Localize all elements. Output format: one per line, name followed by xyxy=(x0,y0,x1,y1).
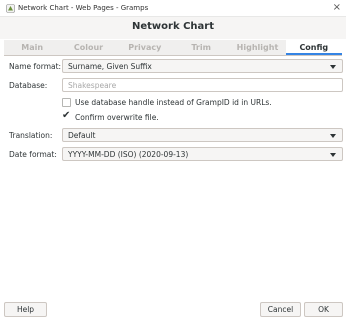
cancel-button[interactable]: Cancel xyxy=(260,302,301,317)
tab-config[interactable]: Config xyxy=(285,40,342,55)
name-format-select[interactable]: Surname, Given Suffix xyxy=(62,59,343,73)
chevron-down-icon xyxy=(330,134,336,138)
help-button[interactable]: Help xyxy=(4,302,47,317)
name-format-value: Surname, Given Suffix xyxy=(68,62,152,71)
close-icon[interactable]: × xyxy=(333,2,341,14)
confirm-overwrite-checkbox[interactable]: ✔ Confirm overwrite file. xyxy=(62,110,182,124)
tab-bar: Main Colour Privacy Trim Highlight Confi… xyxy=(4,40,342,56)
dialog-title: Network Chart xyxy=(131,21,215,32)
database-placeholder: Shakespeare xyxy=(68,81,117,90)
window-title: Network Chart - Web Pages - Gramps xyxy=(18,4,149,12)
tab-trim[interactable]: Trim xyxy=(173,40,229,55)
tab-main[interactable]: Main xyxy=(4,40,60,55)
date-format-label: Date format: xyxy=(9,150,57,159)
use-handle-label: Use database handle instead of GrampID i… xyxy=(75,98,272,107)
use-handle-checkbox[interactable]: Use database handle instead of GrampID i… xyxy=(62,97,272,109)
checkmark-icon[interactable]: ✔ xyxy=(62,110,70,122)
chevron-down-icon xyxy=(330,65,336,69)
gramps-icon xyxy=(6,4,15,13)
date-format-select[interactable]: YYYY-MM-DD (ISO) (2020-09-13) xyxy=(62,147,343,161)
database-label: Database: xyxy=(9,81,48,90)
chevron-down-icon xyxy=(330,153,336,157)
dialog-header: Network Chart xyxy=(0,17,346,39)
translation-select[interactable]: Default xyxy=(62,128,343,142)
tab-privacy[interactable]: Privacy xyxy=(117,40,173,55)
translation-label: Translation: xyxy=(9,131,53,140)
ok-button[interactable]: OK xyxy=(304,302,343,317)
confirm-overwrite-label: Confirm overwrite file. xyxy=(75,113,159,122)
date-format-value: YYYY-MM-DD (ISO) (2020-09-13) xyxy=(68,150,189,159)
translation-value: Default xyxy=(68,131,96,140)
name-format-label: Name format: xyxy=(9,62,62,71)
tab-highlight[interactable]: Highlight xyxy=(229,40,285,55)
window-titlebar: Network Chart - Web Pages - Gramps × xyxy=(0,0,346,17)
database-field[interactable]: Shakespeare xyxy=(62,78,343,92)
checkbox-box[interactable] xyxy=(62,98,71,107)
tab-colour[interactable]: Colour xyxy=(60,40,116,55)
